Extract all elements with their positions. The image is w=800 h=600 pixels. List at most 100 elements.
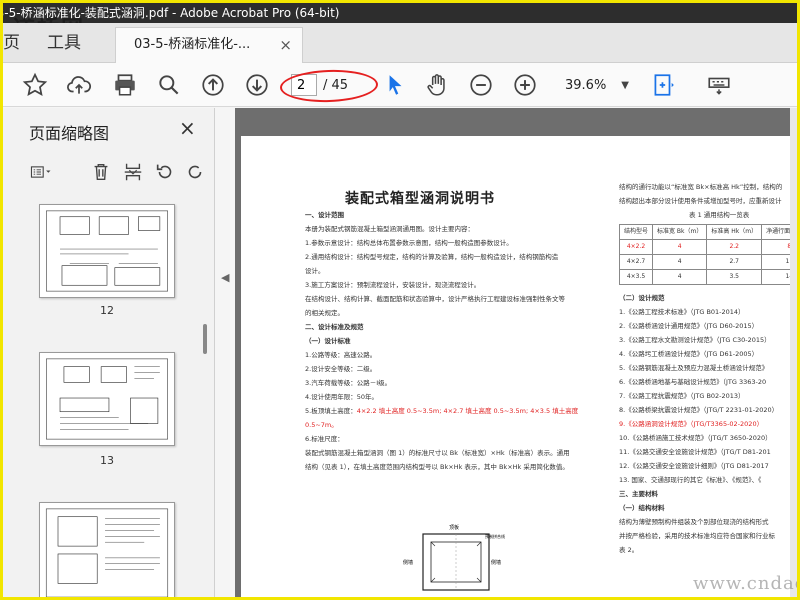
- section-heading: 一、设计范围: [305, 211, 344, 219]
- tab-document[interactable]: 03-5-桥涵标准化-... ×: [115, 27, 303, 63]
- paragraph-line: 6.标准尺度：: [305, 435, 344, 443]
- table-title: 表 1 通用结构一览表: [689, 211, 750, 219]
- paragraph-line: 2.设计安全等级：二级。: [305, 365, 377, 373]
- norm-item: 12.《公路交通安全设施设计细则》（JTG D81-2017: [619, 462, 769, 470]
- table-cell: 4: [652, 239, 708, 255]
- paragraph-line: 1.公路等级：高速公路。: [305, 351, 377, 359]
- page-down-icon[interactable]: [241, 69, 273, 101]
- norm-item: 11.《公路交通安全设施设计规范》（JTG/T D81-201: [619, 448, 771, 456]
- table-row: 4×2.2 4 2.2 8.80: [618, 239, 797, 255]
- paragraph-line: 0.5~7m。: [305, 421, 338, 429]
- panel-toolbar: [27, 158, 207, 188]
- norm-item: 10.《公路桥涵施工技术规范》（JTG/T 3650-2020）: [619, 434, 772, 442]
- structure-table: 结构型号 标准宽 Bk（m） 标准高 Hk（m） 净通行面积 S（m²） 4×2…: [618, 224, 797, 285]
- norm-item: 5.《公路钢筋混凝土及预应力混凝土桥涵设计规范》: [619, 364, 769, 372]
- table-cell: 4: [652, 254, 708, 270]
- zoom-out-icon[interactable]: [465, 69, 497, 101]
- document-tab-label: 03-5-桥涵标准化-...: [134, 37, 251, 52]
- paragraph-line: 3.汽车荷载等级：公路－Ⅰ级。: [305, 379, 392, 387]
- title-bar: 03-5-桥涵标准化-装配式涵洞.pdf - Adobe Acrobat Pro…: [3, 3, 797, 23]
- page-up-icon[interactable]: [197, 69, 229, 101]
- zoom-in-icon[interactable]: [509, 69, 541, 101]
- paragraph-line: 并按严格检验，采用的技术标准均应符合国家和行业标: [619, 532, 775, 540]
- norm-item: 7.《公路工程抗震规范》（JTG B02-2013）: [619, 392, 745, 400]
- fill-height-values: 4×2.2 填土高度 0.5~3.5m; 4×2.7 填土高度 0.5~3.5m…: [356, 407, 579, 415]
- page-title: 装配式箱型涵洞说明书: [345, 191, 495, 207]
- collapse-panel-icon[interactable]: ◀: [221, 271, 229, 284]
- cloud-upload-icon[interactable]: [63, 69, 95, 101]
- options-menu-icon[interactable]: [27, 158, 55, 186]
- panel-title: 页面缩略图: [29, 124, 110, 143]
- tab-home[interactable]: 页: [3, 23, 20, 63]
- close-icon[interactable]: ×: [279, 28, 292, 62]
- paragraph-line: 结构（见表 1），在填土高度范围内结构型号以 Bk×Hk 表示，其中 Bk×Hk…: [305, 463, 569, 471]
- paragraph-line: 2.通用结构设计：结构型号规定，结构的计算及验算，结构一般构造设计，结构钢筋构造: [305, 253, 559, 261]
- watermark-bottom-right: www.cndao.com: [693, 573, 797, 594]
- thumbnail-label: 13: [100, 454, 114, 467]
- thumbnail-scrollbar[interactable]: [203, 324, 207, 354]
- paragraph-line: 结构为薄壁预制构件组装及个别部位现浇的结构形式: [619, 518, 769, 526]
- paragraph-line: 设计。: [305, 267, 325, 275]
- paragraph-line: 结构的通行功能以“标准宽 Bk×标准高 Hk”控制，结构的: [619, 183, 783, 191]
- culvert-figure: 顶板 侧墙 侧墙 底板 预制拼合线: [401, 520, 511, 597]
- keyboard-icon[interactable]: [703, 69, 735, 101]
- fig-label-note: 预制拼合线: [485, 533, 505, 539]
- paragraph-line: 的相关规定。: [305, 309, 344, 317]
- toolbar: / 45 39.6% ▼: [3, 63, 797, 107]
- paragraph-line: 5.板顶填土高度：4×2.2 填土高度 0.5~3.5m; 4×2.7 填土高度…: [305, 404, 605, 418]
- table-row: 4×2.7 4 2.7 11.64: [618, 254, 797, 270]
- trash-icon[interactable]: [87, 158, 115, 186]
- thumbnail-page-12[interactable]: [39, 204, 175, 298]
- subsection-heading: （一）结构材料: [619, 504, 665, 512]
- star-icon[interactable]: [19, 69, 51, 101]
- norm-item: 3.《公路工程水文勘测设计规范》（JTG C30-2015）: [619, 336, 771, 344]
- zoom-value: 39.6%: [565, 78, 607, 93]
- norm-item: 6.《公路桥涵地基与基础设计规范》（JTG 3363-20: [619, 378, 767, 386]
- subsection-heading: （一）设计标准: [305, 337, 351, 345]
- table-header-cell: 标准宽 Bk（m）: [652, 224, 708, 240]
- table-cell: 4×2.7: [618, 254, 654, 270]
- table-cell: 4: [652, 269, 708, 285]
- thumbnail-page-13[interactable]: [39, 352, 175, 446]
- tabs-row: 页 工具 03-5-桥涵标准化-... ×: [3, 23, 797, 63]
- thumbnail-page-14[interactable]: [39, 502, 175, 597]
- fig-label-top: 顶板: [449, 524, 459, 531]
- thumbnails-panel: 页面缩略图 × 12 13: [3, 108, 215, 597]
- table-header-cell: 标准高 Hk（m）: [706, 224, 763, 240]
- fit-page-icon[interactable]: [647, 69, 679, 101]
- table-row: 4×3.5 4 3.5 14.84: [618, 269, 797, 285]
- close-icon[interactable]: ×: [179, 116, 196, 140]
- document-scrollbar[interactable]: [790, 108, 797, 597]
- norm-item: 1.《公路工程技术标准》（JTG B01-2014）: [619, 308, 745, 316]
- paragraph-line: 本册为装配式钢筋混凝土箱型涵洞通用图。设计主要内容：: [305, 225, 474, 233]
- chevron-down-icon: ▼: [621, 80, 629, 91]
- table-header-cell: 结构型号: [618, 224, 654, 240]
- subsection-heading: （二）设计规范: [619, 294, 665, 302]
- norm-item: 9.《公路涵洞设计规范》（JTG/T3365-02-2020）: [619, 420, 764, 428]
- paragraph-line: 装配式钢筋混凝土箱型涵洞（图 1）的标准尺寸以 Bk（标准宽）×Hk（标准高）表…: [305, 449, 570, 457]
- norm-item: 8.《公路桥梁抗震设计规范》（JTG/T 2231-01-2020）: [619, 406, 779, 414]
- fig-label-right: 侧墙: [491, 559, 501, 566]
- left-column: 一、设计范围 本册为装配式钢筋混凝土箱型涵洞通用图。设计主要内容： 1.参数示意…: [305, 208, 605, 474]
- rotate-ccw-icon[interactable]: [151, 158, 179, 186]
- paragraph-line: 3.施工方案设计：预制流程设计，安装设计，现浇流程设计。: [305, 281, 481, 289]
- paragraph-line: 1.参数示意设计：结构总体布置参数示意图，结构一般构造图参数设计。: [305, 239, 513, 247]
- rotate-cw-icon[interactable]: [181, 158, 209, 186]
- table-cell: 4×2.2: [618, 239, 654, 255]
- print-icon[interactable]: [109, 69, 141, 101]
- table-cell: 2.7: [706, 254, 763, 270]
- table-cell: 4×3.5: [618, 269, 654, 285]
- norm-item: 4.《公路圬工桥涵设计规范》（JTG D61-2005）: [619, 350, 759, 358]
- extract-pages-icon[interactable]: [119, 158, 147, 186]
- norm-item: 13. 国家、交通部现行的其它《标准》、《规范》、《: [619, 476, 762, 484]
- paragraph-line: 表 2。: [619, 546, 639, 554]
- tab-tools[interactable]: 工具: [47, 23, 81, 63]
- norm-item: 2.《公路桥涵设计通用规范》（JTG D60-2015）: [619, 322, 759, 330]
- zoom-select[interactable]: 39.6% ▼: [559, 75, 631, 97]
- search-icon[interactable]: [153, 69, 185, 101]
- fill-height-label: 5.板顶填土高度：: [305, 407, 357, 415]
- cursor-icon[interactable]: [379, 69, 411, 101]
- hand-icon[interactable]: [421, 69, 453, 101]
- document-view[interactable]: 装配式箱型涵洞说明书 一、设计范围 本册为装配式钢筋混凝土箱型涵洞通用图。设计主…: [235, 108, 797, 597]
- paragraph-line: 4.设计使用年限：50年。: [305, 393, 378, 401]
